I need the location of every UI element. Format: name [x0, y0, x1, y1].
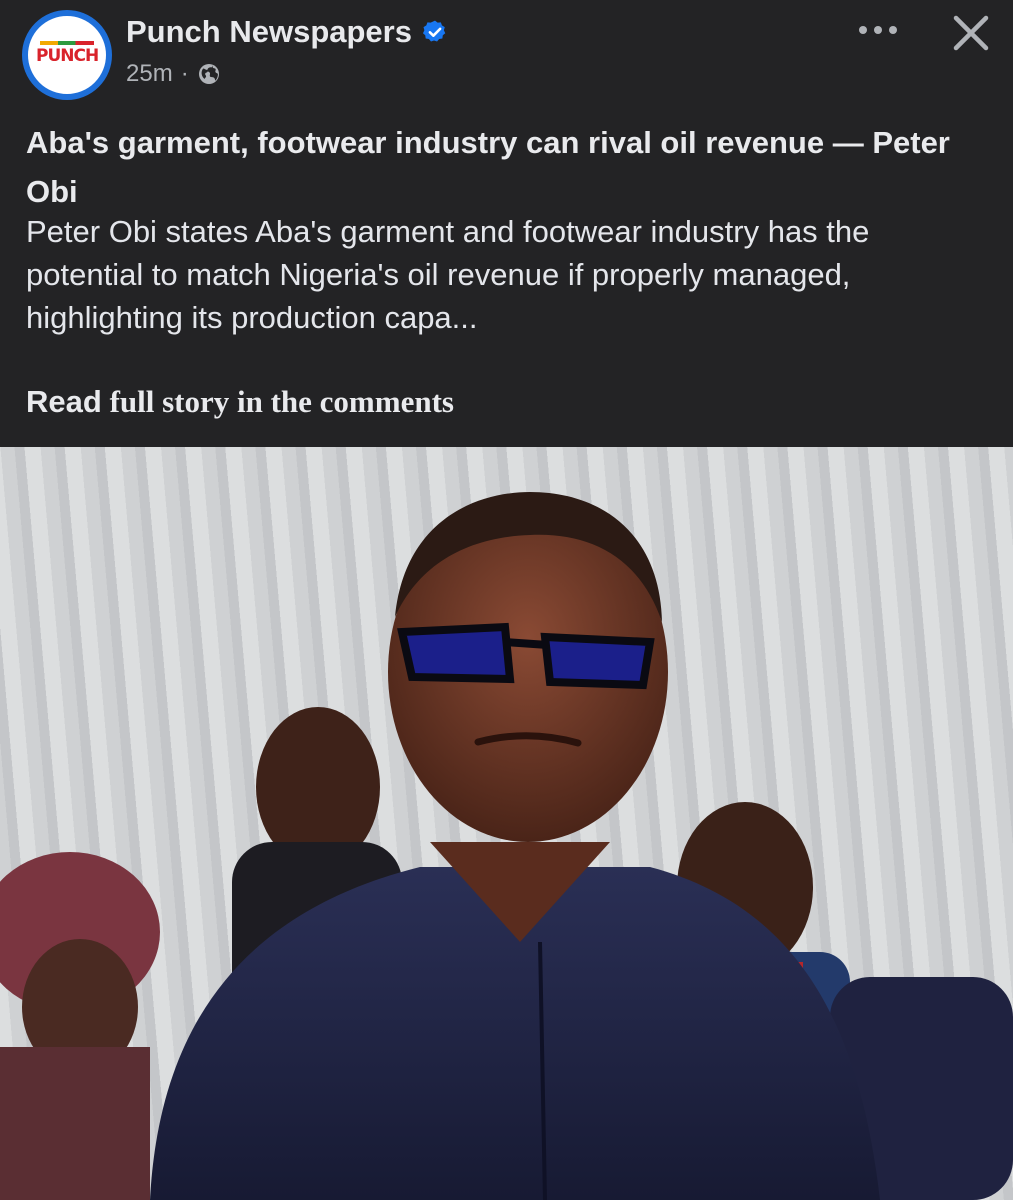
post-header: PUNCH Punch Newspapers 25m · — [0, 0, 1013, 110]
read-more-suffix: full story in the comments — [101, 384, 454, 419]
logo-stripe — [40, 41, 94, 45]
post-photo[interactable] — [0, 447, 1013, 1200]
verified-badge-icon — [422, 20, 446, 42]
page-name[interactable]: Punch Newspapers — [126, 14, 412, 50]
close-button[interactable] — [944, 6, 998, 60]
more-options-button[interactable] — [852, 12, 904, 48]
meta-separator: · — [180, 60, 189, 87]
post-meta: 25m · — [126, 60, 221, 88]
punch-logo: PUNCH — [36, 40, 99, 70]
read-more-text: Read full story in the comments — [26, 384, 454, 420]
close-icon — [953, 15, 989, 51]
more-options-icon — [859, 26, 897, 34]
post-timestamp[interactable]: 25m — [126, 60, 173, 88]
page-avatar[interactable]: PUNCH — [22, 10, 112, 100]
post-headline: Aba's garment, footwear industry can riv… — [26, 125, 950, 209]
crowd-person-red-cap — [0, 852, 160, 1200]
post-summary: Peter Obi states Aba's garment and footw… — [26, 214, 870, 335]
globe-icon — [198, 64, 219, 84]
read-more-prefix: Read — [26, 384, 102, 419]
page-name-row: Punch Newspapers — [126, 14, 448, 50]
logo-text: PUNCH — [36, 46, 99, 66]
photo-illustration — [0, 492, 1013, 1200]
